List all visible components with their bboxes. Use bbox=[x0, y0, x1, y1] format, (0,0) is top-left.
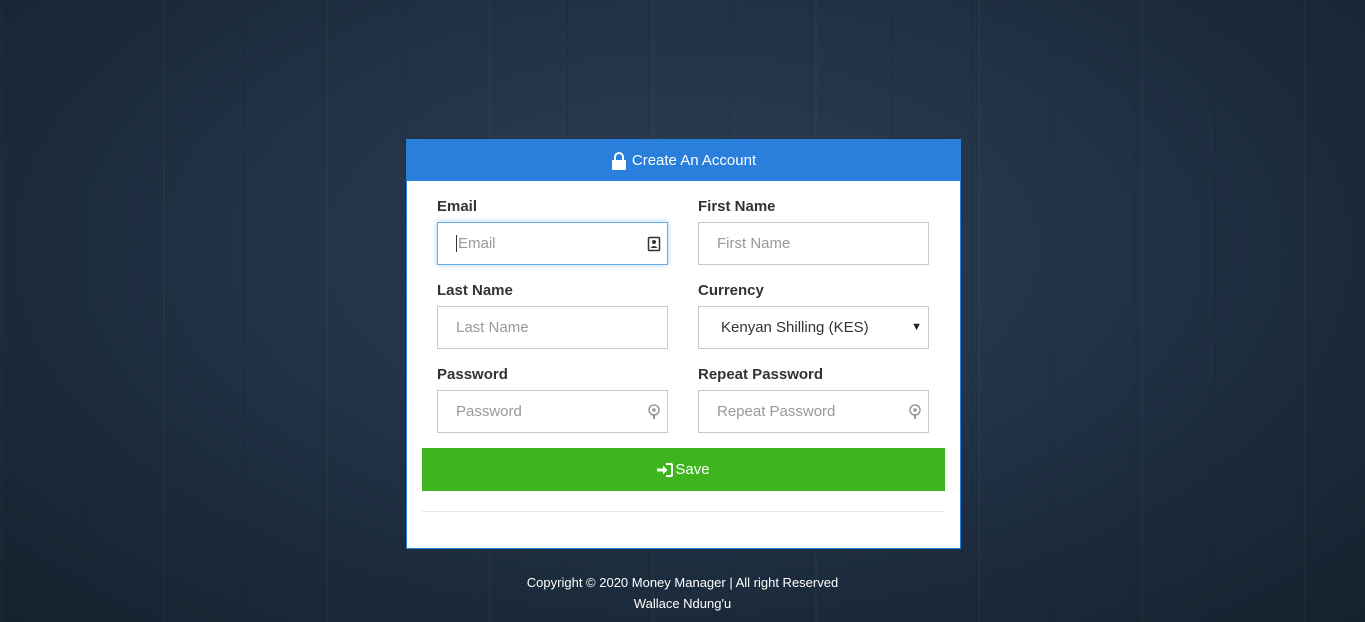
first-name-label: First Name bbox=[698, 198, 776, 215]
copyright-text: Copyright © 2020 Money Manager | All rig… bbox=[526, 575, 839, 590]
repeat-password-field[interactable]: Repeat Password bbox=[698, 390, 929, 433]
footer: Copyright © 2020 Money Manager | All rig… bbox=[0, 572, 1365, 614]
save-button[interactable]: Save bbox=[422, 448, 945, 491]
divider bbox=[422, 511, 945, 512]
author-name: Wallace Ndung'u bbox=[633, 596, 732, 611]
first-name-placeholder: First Name bbox=[717, 235, 791, 252]
lock-icon bbox=[611, 151, 626, 170]
key-icon bbox=[909, 404, 921, 419]
email-group: Email Email bbox=[437, 198, 668, 265]
password-field[interactable]: Password bbox=[437, 390, 668, 433]
text-caret bbox=[456, 235, 457, 252]
card-title: Create An Account bbox=[631, 152, 757, 169]
sign-in-icon bbox=[657, 462, 674, 477]
repeat-password-group: Repeat Password Repeat Password bbox=[698, 366, 929, 433]
create-account-card: Create An Account Email Email First Name… bbox=[406, 139, 961, 549]
last-name-group: Last Name Last Name bbox=[437, 282, 668, 349]
first-name-group: First Name First Name bbox=[698, 198, 929, 265]
email-field[interactable]: Email bbox=[437, 222, 668, 265]
contact-card-icon[interactable] bbox=[647, 236, 661, 252]
repeat-password-placeholder: Repeat Password bbox=[717, 403, 836, 420]
save-label: Save bbox=[675, 461, 710, 478]
email-label: Email bbox=[437, 198, 478, 215]
email-placeholder: Email bbox=[458, 235, 496, 252]
currency-select[interactable]: Kenyan Shilling (KES) ▼ bbox=[698, 306, 929, 349]
card-header: Create An Account bbox=[407, 140, 960, 181]
password-group: Password Password bbox=[437, 366, 668, 433]
currency-group: Currency Kenyan Shilling (KES) ▼ bbox=[698, 282, 929, 349]
last-name-placeholder: Last Name bbox=[456, 319, 529, 336]
currency-label: Currency bbox=[698, 282, 764, 299]
password-label: Password bbox=[437, 366, 508, 383]
password-placeholder: Password bbox=[456, 403, 522, 420]
key-icon bbox=[648, 404, 660, 419]
dropdown-arrow-icon: ▼ bbox=[911, 321, 922, 333]
last-name-label: Last Name bbox=[437, 282, 513, 299]
last-name-field[interactable]: Last Name bbox=[437, 306, 668, 349]
currency-selected-value: Kenyan Shilling (KES) bbox=[721, 319, 869, 336]
first-name-field[interactable]: First Name bbox=[698, 222, 929, 265]
repeat-password-label: Repeat Password bbox=[698, 366, 824, 383]
